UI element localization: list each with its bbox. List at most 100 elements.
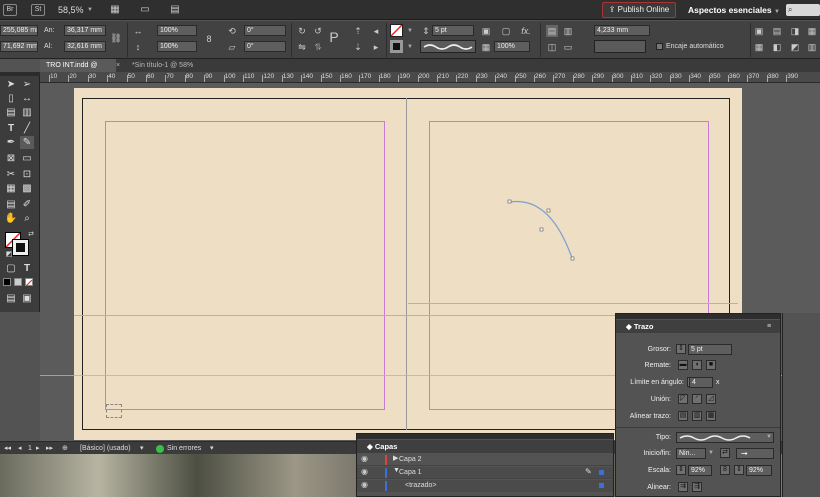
- rectangle-frame-tool-icon[interactable]: ⊠: [4, 152, 18, 165]
- weight-field[interactable]: 5 pt: [688, 344, 732, 355]
- align-icon[interactable]: ▥: [806, 41, 818, 53]
- content-placer-icon[interactable]: ▥: [20, 106, 34, 119]
- link-scale-icon[interactable]: 8: [720, 465, 730, 475]
- stroke-type-select[interactable]: [420, 40, 476, 53]
- stroke-panel-header[interactable]: ◆ Trazo: [616, 320, 780, 333]
- offset-field[interactable]: 4,233 mm: [594, 25, 650, 36]
- corner-shape-select[interactable]: [594, 40, 646, 53]
- apply-gradient-icon[interactable]: [14, 278, 22, 286]
- wrap-jump-icon[interactable]: ▭: [562, 41, 574, 53]
- screen-mode-icon[interactable]: ▣: [20, 292, 34, 305]
- visibility-eye-icon[interactable]: ◉: [361, 467, 368, 476]
- rotate-counterclockwise-icon[interactable]: ↺: [312, 25, 324, 37]
- arrow-tip-at-end-icon[interactable]: ⇶: [692, 482, 702, 492]
- miter-limit-field[interactable]: 4: [689, 377, 713, 388]
- pencil-tool-icon[interactable]: ✎: [20, 136, 34, 149]
- opacity-field[interactable]: 100%: [494, 41, 530, 52]
- page-tool-icon[interactable]: ▯: [4, 92, 18, 105]
- center-content-icon[interactable]: ◧: [771, 41, 783, 53]
- fill-frame-icon[interactable]: ▣: [753, 25, 765, 37]
- hand-tool-icon[interactable]: ✋: [4, 212, 18, 225]
- selected-indicator[interactable]: [599, 470, 604, 475]
- align-outside-icon[interactable]: ▦: [706, 411, 716, 421]
- scale-y-field[interactable]: 100%: [157, 41, 197, 52]
- apply-color-icon[interactable]: [3, 278, 11, 286]
- scale-end-field[interactable]: 92%: [746, 465, 772, 476]
- butt-cap-icon[interactable]: ▬: [678, 360, 688, 370]
- default-colors-icon[interactable]: ◩: [2, 248, 16, 261]
- stroke-swatch[interactable]: [390, 40, 403, 53]
- width-field[interactable]: 36,317 mm: [64, 25, 106, 36]
- stock-button[interactable]: St: [31, 4, 45, 16]
- scale-stepper-icon[interactable]: ⇕: [676, 465, 686, 475]
- tab-document-2[interactable]: *Sin título-1 @ 58%: [126, 59, 226, 72]
- stroke-weight-field[interactable]: 5 pt: [432, 25, 474, 36]
- shear-angle-field[interactable]: 0°: [244, 41, 286, 52]
- horizontal-ruler[interactable]: 10 20 30 40 50 60 70 80 90 100 110 120 130 140 150 160 1…: [40, 72, 820, 83]
- wrap-contour-icon[interactable]: ◫: [546, 41, 558, 53]
- fit-frame-icon[interactable]: ▤: [771, 25, 783, 37]
- bevel-join-icon[interactable]: ◿: [706, 394, 716, 404]
- flip-horizontal-icon[interactable]: ⇋: [296, 41, 308, 53]
- link-scale-icon[interactable]: 8: [203, 33, 215, 45]
- layer-row[interactable]: ◉ ▶ Capa 2: [357, 454, 613, 466]
- direct-selection-tool-icon[interactable]: ➢: [20, 78, 34, 91]
- rotate-clockwise-icon[interactable]: ↻: [296, 25, 308, 37]
- layers-panel-header[interactable]: ◆ Capas: [357, 440, 613, 453]
- fill-swatch[interactable]: [390, 24, 403, 37]
- line-tool-icon[interactable]: ╱: [20, 122, 34, 135]
- gradient-swatch-tool-icon[interactable]: ▦: [4, 182, 18, 195]
- y-position-field[interactable]: 71,692 mm: [0, 41, 38, 52]
- layer-row[interactable]: ◉ <trazado>: [357, 480, 613, 492]
- start-arrowhead-select[interactable]: Nin...: [676, 448, 706, 459]
- round-join-icon[interactable]: ◜: [692, 394, 702, 404]
- note-tool-icon[interactable]: ▤: [4, 198, 18, 211]
- align-inside-icon[interactable]: ▥: [692, 411, 702, 421]
- guide-horizontal[interactable]: [408, 303, 738, 304]
- pen-tool-icon[interactable]: ✒: [4, 136, 18, 149]
- screen-mode-icon[interactable]: ▭: [138, 3, 152, 16]
- effects-icon[interactable]: ▣: [480, 25, 492, 37]
- tab-document-1[interactable]: TRO INT.indd @ 58%: [40, 59, 116, 82]
- content-aware-fit-icon[interactable]: ◩: [789, 41, 801, 53]
- scissors-tool-icon[interactable]: ✂: [4, 168, 18, 181]
- rectangle-tool-icon[interactable]: ▭: [20, 152, 34, 165]
- height-field[interactable]: 32,616 mm: [64, 41, 106, 52]
- type-tool-icon[interactable]: T: [4, 122, 18, 135]
- workspace-switcher[interactable]: Aspectos esenciales ▼: [688, 4, 780, 18]
- gap-tool-icon[interactable]: ↔: [20, 92, 34, 105]
- select-next-icon[interactable]: ▸: [370, 41, 382, 53]
- free-transform-tool-icon[interactable]: ⊡: [20, 168, 34, 181]
- zoom-level[interactable]: 58,5%: [58, 4, 84, 16]
- search-input[interactable]: ⌕: [786, 4, 820, 16]
- chevron-down-icon[interactable]: ▼: [407, 28, 413, 34]
- auto-fit-checkbox[interactable]: [656, 43, 663, 50]
- swap-colors-icon[interactable]: ⇄: [24, 228, 38, 241]
- apply-none-icon[interactable]: [25, 278, 33, 287]
- visibility-eye-icon[interactable]: ◉: [361, 480, 368, 489]
- layer-row[interactable]: ◉ ▼ Capa 1 ✎: [357, 467, 613, 479]
- empty-frame[interactable]: [106, 404, 122, 418]
- wrap-bounding-box-icon[interactable]: ▥: [562, 25, 574, 37]
- view-mode-icon[interactable]: ▤: [4, 292, 18, 305]
- fx-icon[interactable]: fx.: [520, 25, 532, 37]
- content-collector-icon[interactable]: ▤: [4, 106, 18, 119]
- panel-menu-icon[interactable]: ≡: [767, 323, 771, 330]
- scale-stepper-icon[interactable]: ⇕: [734, 465, 744, 475]
- eyedropper-tool-icon[interactable]: ✐: [20, 198, 34, 211]
- drop-shadow-icon[interactable]: ▢: [500, 25, 512, 37]
- swap-arrowheads-icon[interactable]: ⇄: [720, 448, 730, 458]
- select-container-icon[interactable]: ⇡: [352, 25, 364, 37]
- selected-indicator[interactable]: [599, 483, 604, 488]
- select-content-icon[interactable]: ⇣: [352, 41, 364, 53]
- flip-vertical-icon[interactable]: ⥮: [312, 41, 324, 53]
- x-position-field[interactable]: 255,085 mm: [0, 25, 38, 36]
- fit-content-icon[interactable]: ▦: [753, 41, 765, 53]
- stroke-type-select[interactable]: ▼: [676, 432, 774, 443]
- constrain-proportions-icon[interactable]: ⛓: [110, 32, 122, 44]
- grid-icon[interactable]: ▦: [806, 25, 818, 37]
- chevron-down-icon[interactable]: ▼: [87, 7, 93, 13]
- expand-icon[interactable]: ◆: [626, 322, 634, 331]
- round-cap-icon[interactable]: ◖: [692, 360, 702, 370]
- arrange-documents-icon[interactable]: ▤: [168, 3, 182, 16]
